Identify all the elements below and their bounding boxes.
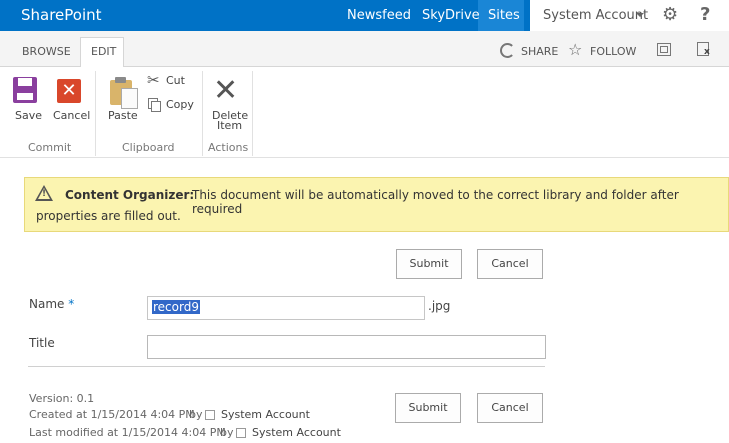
title-label: Title [29,336,55,350]
file-extension: .jpg [428,299,451,313]
copy-icon-front [151,101,161,112]
version-info: Version: 0.1 [29,392,95,405]
follow-button[interactable]: FOLLOW [590,45,636,58]
created-by-user[interactable]: System Account [221,408,310,421]
save-icon-shutter [18,78,32,86]
ribbon-separator [252,71,253,156]
suite-link-sites[interactable]: Sites [488,8,520,23]
group-label-commit: Commit [28,141,72,154]
submit-button-top[interactable]: Submit [396,249,462,279]
ribbon-separator [202,71,203,156]
submit-button-bottom[interactable]: Submit [395,393,461,423]
presence-icon [205,410,215,420]
name-field-value[interactable]: record9 [152,300,200,314]
scissors-icon[interactable]: ✂ [147,71,160,89]
warning-mark: ! [42,189,47,199]
brand-sharepoint[interactable]: SharePoint [21,6,102,24]
cut-button[interactable]: Cut [166,74,185,87]
delete-item-label-2: Item [217,119,243,132]
copy-button[interactable]: Copy [166,98,194,111]
name-label: Name * [29,297,74,311]
cancel-button-top[interactable]: Cancel [477,249,543,279]
group-label-actions: Actions [208,141,249,154]
divider [28,366,545,367]
group-label-clipboard: Clipboard [122,141,175,154]
required-marker: * [68,297,75,311]
notice-title: Content Organizer: [65,188,195,202]
export-x-icon: x [704,47,710,57]
star-icon[interactable]: ☆ [568,40,582,59]
suite-link-newsfeed[interactable]: Newsfeed [347,8,411,23]
suite-link-skydrive[interactable]: SkyDrive [422,8,480,23]
share-button[interactable]: SHARE [521,45,558,58]
cancel-ribbon-button[interactable]: Cancel [53,109,90,122]
account-menu[interactable]: System Account [543,8,648,23]
title-field[interactable] [147,335,546,359]
ribbon-separator [95,71,96,156]
tab-browse[interactable]: BROWSE [22,45,71,58]
cancel-button-bottom[interactable]: Cancel [477,393,543,423]
modified-info: Last modified at 1/15/2014 4:04 PM [29,426,226,439]
presence-icon [236,428,246,438]
created-info: Created at 1/15/2014 4:04 PM [29,408,195,421]
help-icon[interactable]: ? [700,4,710,25]
modified-by-user[interactable]: System Account [252,426,341,439]
paste-button[interactable]: Paste [108,109,138,122]
close-icon[interactable]: ✕ [57,79,81,103]
modified-by-label: by [220,426,234,439]
notice-text-continued: properties are filled out. [36,209,181,223]
save-button[interactable]: Save [15,109,42,122]
focus-inner-icon [660,46,668,53]
save-icon-label [17,93,33,100]
delete-icon[interactable]: ✕ [213,76,238,106]
notice-text: This document will be automatically move… [192,188,679,216]
name-label-text: Name [29,297,65,311]
chevron-down-icon[interactable] [636,13,644,17]
created-by-label: by [189,408,203,421]
share-icon[interactable] [500,43,515,58]
gear-icon[interactable]: ⚙ [662,6,678,24]
paste-paper-icon [121,88,138,109]
paste-clip-icon [115,77,126,83]
tab-edit[interactable]: EDIT [91,45,116,58]
